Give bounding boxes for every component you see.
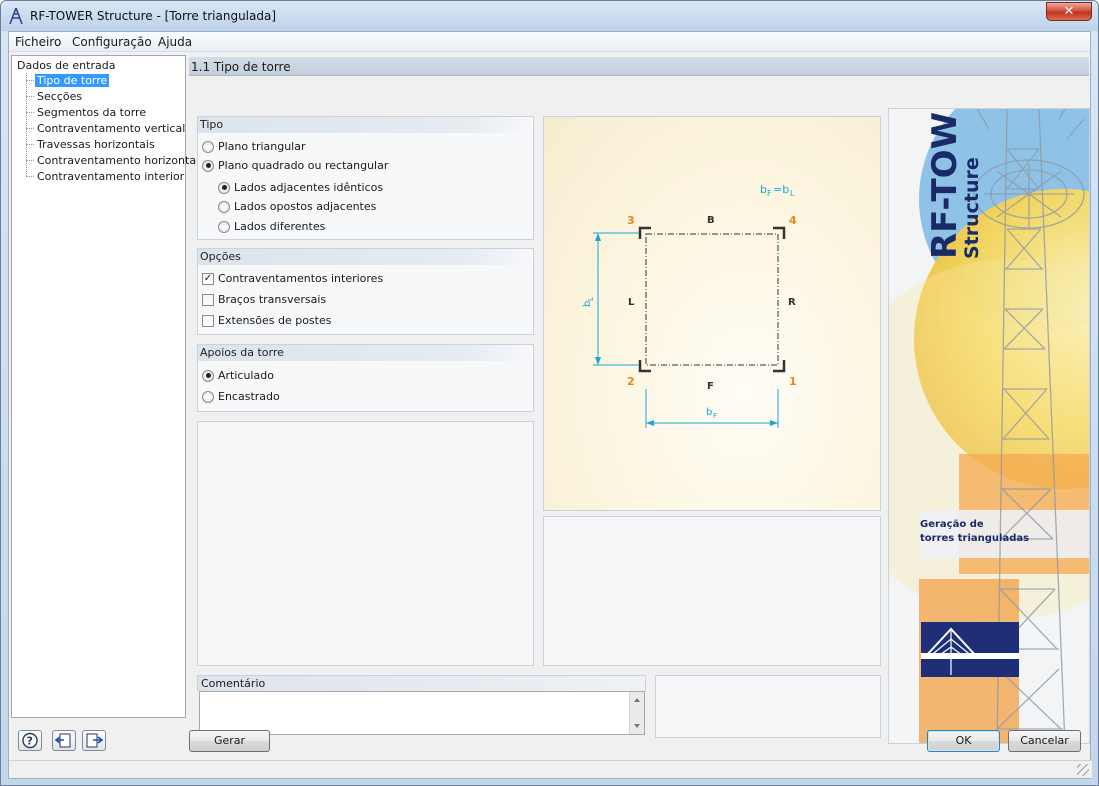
- nav-item-contraventamento-vertical[interactable]: Contraventamento vertical: [35, 122, 187, 135]
- radio-icon: [202, 140, 214, 153]
- help-icon: ?: [22, 732, 38, 749]
- scroll-up-icon[interactable]: [634, 698, 640, 702]
- brand-title-main: RF-TOWER: [925, 108, 965, 259]
- import-button[interactable]: [52, 730, 76, 751]
- check-bracos-transversais[interactable]: Braços transversais: [202, 293, 326, 306]
- tree-branch: [26, 112, 34, 113]
- tree-branch: [26, 176, 34, 177]
- tree-branch: [26, 144, 34, 145]
- radio-icon: [218, 200, 230, 213]
- radio-articulado[interactable]: Articulado: [202, 369, 274, 382]
- formula-eq: =b: [773, 183, 789, 196]
- radio-selected-icon: [202, 159, 214, 172]
- gerar-button[interactable]: Gerar: [189, 730, 270, 752]
- side-label-b: B: [707, 215, 715, 226]
- corner-label-2: 2: [627, 375, 635, 388]
- brand-title-sub: Structure: [961, 157, 983, 259]
- check-contraventamentos-interiores[interactable]: ✓ Contraventamentos interiores: [202, 272, 383, 285]
- content-area: 1.1 Tipo de torre Tipo Plano triangular …: [189, 55, 1090, 744]
- radio-plano-quadrado[interactable]: Plano quadrado ou rectangular: [202, 159, 388, 172]
- export-button[interactable]: [82, 730, 106, 751]
- title-bar: RF-TOWER Structure - [Torre triangulada]…: [1, 1, 1098, 31]
- close-button[interactable]: ✕: [1046, 2, 1092, 21]
- group-tipo-title: Tipo: [198, 117, 533, 133]
- side-label-r: R: [788, 297, 796, 308]
- corner-label-3: 3: [627, 214, 635, 227]
- nav-item-travessas-horizontais[interactable]: Travessas horizontais: [35, 138, 157, 151]
- group-apoios: Apoios da torre Articulado Encastrado: [197, 344, 534, 412]
- plan-outline: [645, 233, 779, 366]
- side-label-l: L: [628, 297, 635, 308]
- brand-tagline: Geração de torres trianguladas: [920, 519, 1030, 544]
- check-extensoes-de-postes[interactable]: Extensões de postes: [202, 314, 331, 327]
- tree-branch: [26, 96, 34, 97]
- dim-label-left-sub: L: [587, 297, 595, 301]
- radio-icon: [218, 220, 230, 233]
- resize-grip-icon[interactable]: [1077, 764, 1089, 776]
- tree-root[interactable]: Dados de entrada: [17, 59, 115, 72]
- tower-plan-diagram: b F =b L 3 4 2 1 B F L R b L b F: [543, 116, 881, 511]
- radio-icon: [202, 390, 214, 403]
- navigator-tree: Dados de entrada Tipo de torre Secções S…: [11, 55, 199, 718]
- nav-item-segmentos[interactable]: Segmentos da torre: [35, 106, 148, 119]
- tower-app-icon: [9, 8, 23, 24]
- nav-item-seccoes[interactable]: Secções: [35, 90, 84, 103]
- side-label-f: F: [707, 381, 714, 392]
- group-opcoes: Opções ✓ Contraventamentos interiores Br…: [197, 248, 534, 335]
- help-button[interactable]: ?: [18, 730, 42, 751]
- group-tipo: Tipo Plano triangular Plano quadrado ou …: [197, 116, 534, 240]
- radio-selected-icon: [218, 181, 230, 194]
- nav-item-contraventamento-interior[interactable]: Contraventamento interior: [35, 170, 186, 183]
- brand-panel: RF-TOWER Structure Geração de torres tri…: [888, 108, 1090, 744]
- menu-ficheiro[interactable]: Ficheiro: [15, 35, 61, 49]
- export-icon: [86, 733, 104, 748]
- section-title: 1.1 Tipo de torre: [189, 57, 1089, 76]
- corner-label-4: 4: [789, 214, 797, 227]
- cancel-button[interactable]: Cancelar: [1008, 730, 1081, 752]
- dim-arrow-down-icon: [595, 357, 601, 365]
- empty-panel-left: [197, 421, 534, 666]
- radio-lados-adjacentes-identicos[interactable]: Lados adjacentes idênticos: [218, 181, 383, 194]
- window-title: RF-TOWER Structure - [Torre triangulada]: [30, 9, 277, 23]
- group-opcoes-title: Opções: [198, 249, 533, 265]
- comment-label: Comentário: [197, 675, 646, 691]
- checkbox-icon: [202, 314, 214, 327]
- dim-arrow-right-icon: [770, 420, 778, 426]
- formula-b: b: [760, 183, 767, 196]
- menu-bar: Ficheiro Configuração Ajuda: [9, 32, 1090, 52]
- nav-item-tipo-de-torre[interactable]: Tipo de torre: [35, 74, 110, 87]
- dim-arrow-up-icon: [595, 233, 601, 241]
- tree-branch: [26, 80, 34, 81]
- ok-button[interactable]: OK: [927, 730, 1000, 752]
- formula-sub-l: L: [790, 189, 795, 198]
- nav-item-contraventamento-horizontal[interactable]: Contraventamento horizontal: [35, 154, 201, 167]
- plan-svg: b F =b L 3 4 2 1 B F L R b L b F: [582, 183, 797, 428]
- dialog-body: Ficheiro Configuração Ajuda Dados de ent…: [8, 31, 1092, 779]
- radio-plano-triangular[interactable]: Plano triangular: [202, 140, 306, 153]
- main-window: RF-TOWER Structure - [Torre triangulada]…: [0, 0, 1099, 786]
- radio-selected-icon: [202, 369, 214, 382]
- tree-branch: [26, 128, 34, 129]
- menu-configuracao[interactable]: Configuração: [72, 35, 152, 49]
- group-apoios-title: Apoios da torre: [198, 345, 533, 361]
- radio-lados-diferentes[interactable]: Lados diferentes: [218, 220, 325, 233]
- button-bar: ? Gerar OK Cancelar: [9, 720, 1092, 778]
- radio-lados-opostos-adjacentes[interactable]: Lados opostos adjacentes: [218, 200, 376, 213]
- formula-sub-f: F: [767, 189, 772, 198]
- empty-panel-right: [543, 516, 881, 666]
- tree-branch: [26, 160, 34, 161]
- checkbox-checked-icon: ✓: [202, 272, 214, 285]
- checkbox-icon: [202, 293, 214, 306]
- import-icon: [54, 733, 71, 748]
- dim-label-bottom-b: b: [706, 407, 712, 418]
- svg-text:?: ?: [27, 735, 33, 748]
- status-bar: [9, 760, 1092, 778]
- menu-ajuda[interactable]: Ajuda: [158, 35, 192, 49]
- dim-arrow-left-icon: [646, 420, 654, 426]
- dim-label-bottom-sub: F: [713, 412, 717, 420]
- radio-encastrado[interactable]: Encastrado: [202, 390, 280, 403]
- brand-artwork: [889, 109, 1089, 743]
- corner-label-1: 1: [789, 375, 797, 388]
